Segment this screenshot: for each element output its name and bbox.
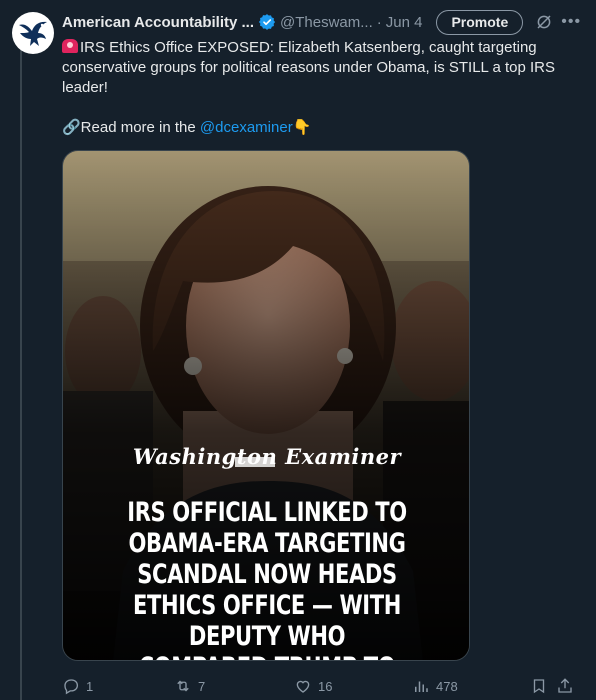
repost-action[interactable]: 7 xyxy=(174,677,294,695)
pointing-down-icon: 👇 xyxy=(292,119,312,136)
tweet-date[interactable]: Jun 4 xyxy=(386,14,423,31)
author-handle[interactable]: @Theswam... xyxy=(280,14,373,31)
media-headline: IRS OFFICIAL LINKED TO OBAMA-ERA TARGETI… xyxy=(127,497,407,660)
share-icon xyxy=(558,678,572,693)
tweet[interactable]: American Accountability ... @Theswam... … xyxy=(0,0,596,700)
action-bar: 1 7 16 478 xyxy=(62,674,584,698)
like-count: 16 xyxy=(318,678,333,694)
tweet-text-body: IRS Ethics Office EXPOSED: Elizabeth Kat… xyxy=(62,39,556,96)
tweet-content: American Accountability ... @Theswam... … xyxy=(62,9,584,695)
avatar[interactable] xyxy=(12,12,54,54)
verified-badge-icon[interactable] xyxy=(258,13,276,31)
repost-icon xyxy=(177,680,189,692)
views-action[interactable]: 478 xyxy=(412,677,530,695)
reply-icon xyxy=(64,679,79,695)
bookmark-action[interactable] xyxy=(530,677,556,695)
more-icon[interactable]: ••• xyxy=(561,13,581,31)
avatar-column xyxy=(12,12,54,54)
author-name[interactable]: American Accountability ... xyxy=(62,14,254,31)
reply-action[interactable]: 1 xyxy=(62,677,136,695)
grok-icon[interactable] xyxy=(535,13,553,31)
eagle-logo-icon xyxy=(19,21,47,46)
share-action[interactable] xyxy=(556,677,582,695)
read-more-prefix: 🔗Read more in the xyxy=(62,119,200,136)
views-count: 478 xyxy=(436,678,458,694)
siren-icon xyxy=(62,39,78,53)
views-icon xyxy=(415,681,428,692)
like-action[interactable]: 16 xyxy=(294,677,412,695)
thread-line xyxy=(20,48,22,700)
mention-link[interactable]: @dcexaminer xyxy=(200,119,293,136)
tweet-media[interactable]: Washington Examiner IRS OFFICIAL LINKED … xyxy=(62,150,470,661)
separator: · xyxy=(376,13,382,31)
tweet-text: IRS Ethics Office EXPOSED: Elizabeth Kat… xyxy=(62,38,562,138)
publication-brand: Washington Examiner xyxy=(132,444,402,469)
reply-count: 1 xyxy=(86,678,94,694)
tweet-header: American Accountability ... @Theswam... … xyxy=(62,9,584,35)
repost-count: 7 xyxy=(198,678,206,694)
bookmark-icon xyxy=(533,679,545,694)
promote-button[interactable]: Promote xyxy=(436,9,524,35)
like-icon xyxy=(296,680,310,693)
